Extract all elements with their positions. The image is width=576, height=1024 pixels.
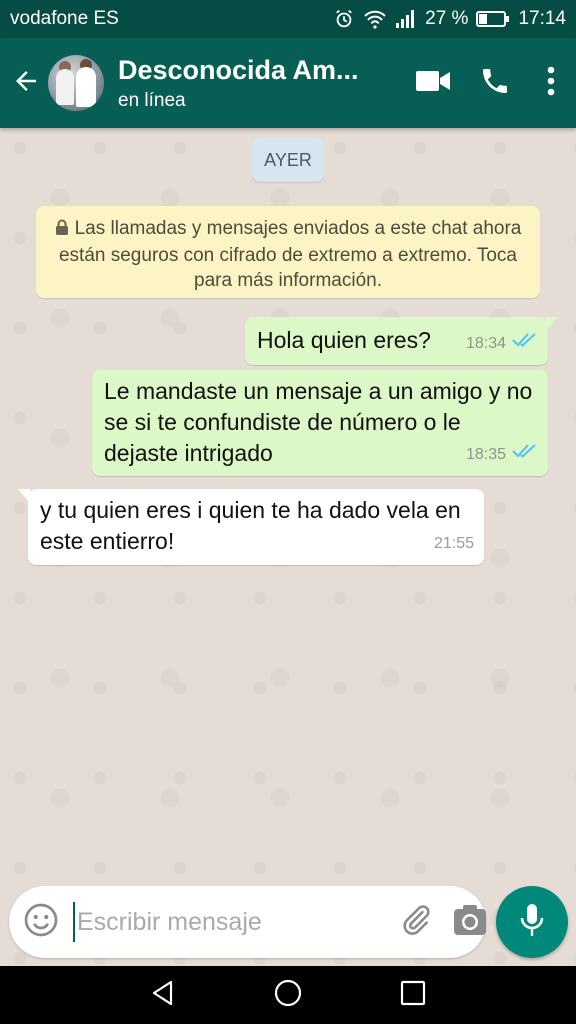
encryption-notice-text: Las llamadas y mensajes enviados a este … (58, 218, 522, 291)
double-check-icon (512, 439, 538, 470)
message-text: Hola quien eres? (257, 327, 431, 353)
voice-message-button[interactable] (496, 886, 568, 958)
message-time: 18:35 (465, 446, 506, 463)
nav-back-icon (149, 979, 177, 1012)
phone-icon (479, 65, 511, 102)
message-bubble-outgoing[interactable]: Hola quien eres? 18:34 (245, 317, 558, 365)
wifi-icon (363, 8, 387, 30)
double-check-icon (512, 328, 538, 359)
signal-icon (395, 9, 417, 29)
video-call-icon (415, 68, 451, 99)
status-bar: vodafone ES 27 % 17:14 (0, 0, 576, 38)
more-options-button[interactable] (526, 53, 576, 113)
attach-button[interactable] (399, 897, 433, 947)
message-input[interactable] (73, 902, 399, 942)
camera-icon (453, 904, 487, 941)
encryption-notice[interactable]: Las llamadas y mensajes enviados a este … (36, 206, 540, 298)
carrier-name: vodafone ES (10, 8, 119, 29)
back-button[interactable] (4, 53, 48, 113)
emoji-button[interactable] (23, 902, 59, 942)
battery-percent: 27 % (425, 8, 469, 29)
voice-call-button[interactable] (464, 53, 526, 113)
contact-name: Desconocida Am... (118, 54, 359, 85)
system-nav-bar (0, 966, 576, 1024)
message-meta: 18:34 (466, 328, 538, 359)
lock-icon (55, 218, 69, 243)
avatar[interactable] (48, 55, 104, 111)
date-chip: AYER (252, 138, 324, 182)
nav-home-icon (273, 978, 303, 1013)
message-bubble-outgoing[interactable]: Le mandaste un mensaje a un amigo y no s… (92, 370, 548, 476)
message-bubble-incoming[interactable]: y tu quien eres i quien te ha dado vela … (18, 489, 484, 565)
nav-recents-icon (400, 980, 426, 1011)
alarm-icon (333, 8, 355, 30)
video-call-button[interactable] (402, 53, 464, 113)
back-arrow-icon (11, 66, 41, 101)
nav-back-button[interactable] (133, 970, 193, 1020)
contact-info[interactable]: Desconocida Am... en línea (118, 55, 402, 112)
emoji-icon (23, 902, 59, 943)
message-composer (9, 886, 486, 958)
nav-home-button[interactable] (258, 970, 318, 1020)
contact-status: en línea (118, 89, 186, 111)
attach-icon (399, 903, 433, 942)
chat-header: Desconocida Am... en línea (0, 38, 576, 128)
message-time: 21:55 (433, 535, 474, 552)
message-text: y tu quien eres i quien te ha dado vela … (40, 497, 461, 554)
message-meta: 21:55 (434, 528, 474, 559)
more-vert-icon (547, 66, 555, 101)
mic-icon (519, 902, 545, 943)
message-time: 18:34 (465, 335, 506, 352)
nav-recents-button[interactable] (383, 970, 443, 1020)
chat-area[interactable]: AYER Las llamadas y mensajes enviados a … (0, 128, 576, 966)
message-meta: 18:35 (466, 439, 538, 470)
battery-icon (476, 10, 510, 28)
camera-button[interactable] (453, 897, 487, 947)
clock: 17:14 (518, 8, 566, 29)
